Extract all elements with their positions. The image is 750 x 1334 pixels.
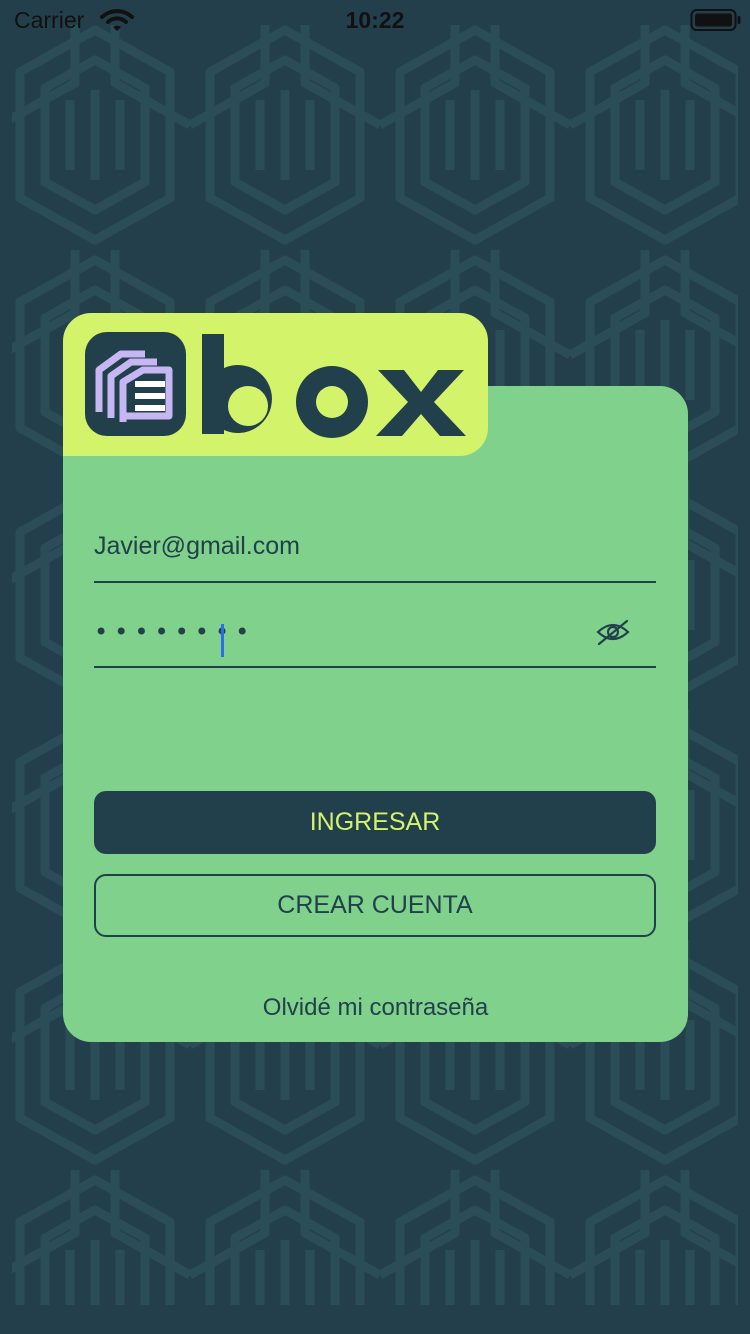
create-account-button[interactable]: CREAR CUENTA: [94, 874, 656, 937]
password-field[interactable]: ••••••••: [94, 604, 656, 668]
clock: 10:22: [345, 7, 405, 33]
email-input[interactable]: Javier@gmail.com: [94, 532, 300, 561]
battery-icon: [690, 9, 741, 31]
box-logo-icon: [85, 332, 186, 436]
forgot-password-link[interactable]: Olvidé mi contraseña: [63, 994, 688, 1022]
box-logo-wordmark: [202, 334, 466, 438]
eye-off-icon[interactable]: [596, 618, 630, 646]
login-card: [63, 386, 688, 1042]
text-cursor: [221, 624, 224, 657]
status-bar: Carrier 10:22: [0, 0, 750, 40]
password-input[interactable]: ••••••••: [94, 618, 255, 646]
email-field[interactable]: Javier@gmail.com: [94, 520, 656, 583]
login-button[interactable]: INGRESAR: [94, 791, 656, 854]
